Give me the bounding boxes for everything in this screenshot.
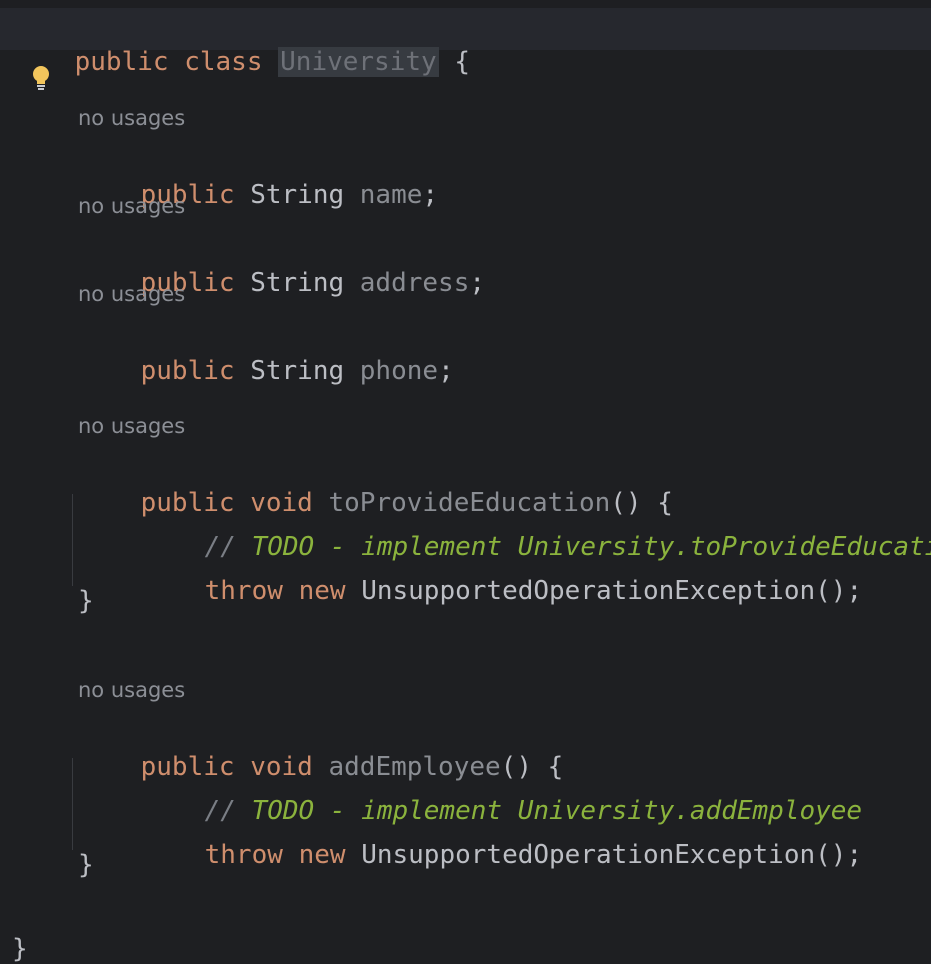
field-declaration[interactable]: public String address; <box>78 232 485 298</box>
type-name: String <box>250 180 345 210</box>
type-name: String <box>250 268 345 298</box>
exception-call: UnsupportedOperationException(); <box>361 840 863 870</box>
keyword-public: public <box>74 47 169 77</box>
field-name: phone <box>359 356 439 386</box>
keyword-new: new <box>298 576 346 606</box>
usages-hint[interactable]: no usages <box>78 192 185 220</box>
todo-comment[interactable]: // TODO - implement University.addEmploy… <box>142 760 862 826</box>
code-editor[interactable]: public class University { no usages publ… <box>0 0 931 964</box>
lightbulb-icon[interactable] <box>30 64 52 94</box>
keyword-throw: throw <box>204 576 283 606</box>
method-declaration[interactable]: public void toProvideEducation() { <box>78 452 673 518</box>
throw-statement[interactable]: throw new UnsupportedOperationException(… <box>142 804 862 870</box>
type-name: String <box>250 356 345 386</box>
usages-hint[interactable]: no usages <box>78 676 185 704</box>
field-name: name <box>359 180 423 210</box>
class-close-brace[interactable]: } <box>12 932 28 964</box>
close-brace[interactable]: } <box>78 584 94 618</box>
indent-guide <box>72 494 73 586</box>
method-declaration[interactable]: public void addEmployee() { <box>78 716 564 782</box>
exception-call: UnsupportedOperationException(); <box>361 576 863 606</box>
usages-hint[interactable]: no usages <box>78 104 185 132</box>
open-brace: { <box>438 47 470 77</box>
keyword-throw: throw <box>204 840 283 870</box>
class-declaration[interactable]: public class University { <box>12 11 470 77</box>
field-declaration[interactable]: public String name; <box>78 144 438 210</box>
throw-statement[interactable]: throw new UnsupportedOperationException(… <box>142 540 862 606</box>
semicolon: ; <box>422 180 439 210</box>
usages-hint[interactable]: no usages <box>78 412 185 440</box>
indent-guide <box>72 758 73 850</box>
keyword-public: public <box>140 356 235 386</box>
keyword-class: class <box>184 47 263 77</box>
field-declaration[interactable]: public String phone; <box>78 320 454 386</box>
close-brace[interactable]: } <box>78 848 94 882</box>
class-name[interactable]: University <box>278 47 439 77</box>
usages-hint[interactable]: no usages <box>78 280 185 308</box>
keyword-new: new <box>298 840 346 870</box>
todo-comment[interactable]: // TODO - implement University.toProvide… <box>142 496 931 562</box>
semicolon: ; <box>469 268 486 298</box>
semicolon: ; <box>438 356 454 386</box>
field-name: address <box>359 268 470 298</box>
